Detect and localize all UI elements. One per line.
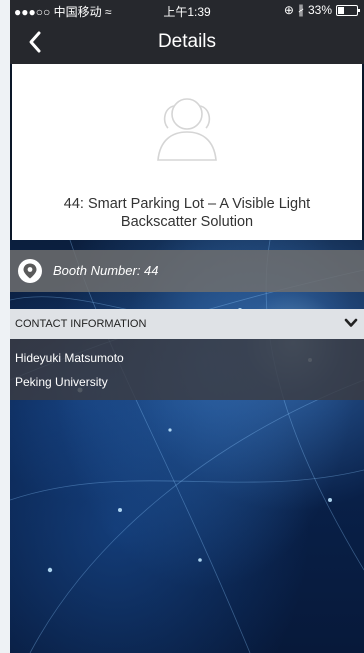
- map-pin-icon: [18, 259, 42, 283]
- battery-percent: 33%: [307, 3, 332, 17]
- bluetooth-icon: ∦: [297, 3, 304, 17]
- lock-rotation-icon: ⊕: [283, 3, 294, 17]
- status-right: ⊕ ∦ 33%: [283, 3, 360, 17]
- booth-row[interactable]: Booth Number: 44: [10, 250, 364, 292]
- background-network-image: [10, 240, 364, 653]
- phone-screen: ●●●○○ 中国移动 ≈ 上午1:39 ⊕ ∦ 33% Details 44: …: [10, 0, 364, 653]
- page-title: Details: [157, 31, 217, 52]
- contact-name: Hideyuki Matsumoto: [15, 351, 124, 365]
- contact-section-title: CONTACT INFORMATION: [15, 318, 147, 330]
- session-header-card: 44: Smart Parking Lot – A Visible Light …: [12, 64, 362, 240]
- booth-number: Booth Number: 44: [53, 263, 159, 278]
- navigation-bar: Details: [10, 20, 364, 64]
- contact-organization: Peking University: [15, 375, 108, 389]
- contact-section-toggle[interactable]: CONTACT INFORMATION: [10, 309, 364, 339]
- status-bar: ●●●○○ 中国移动 ≈ 上午1:39 ⊕ ∦ 33%: [10, 0, 364, 20]
- chevron-down-icon: [344, 318, 358, 327]
- contact-details: Hideyuki Matsumoto Peking University: [10, 339, 364, 400]
- user-placeholder-icon: [157, 98, 217, 161]
- session-title: 44: Smart Parking Lot – A Visible Light …: [63, 196, 311, 230]
- battery-icon: [336, 4, 360, 16]
